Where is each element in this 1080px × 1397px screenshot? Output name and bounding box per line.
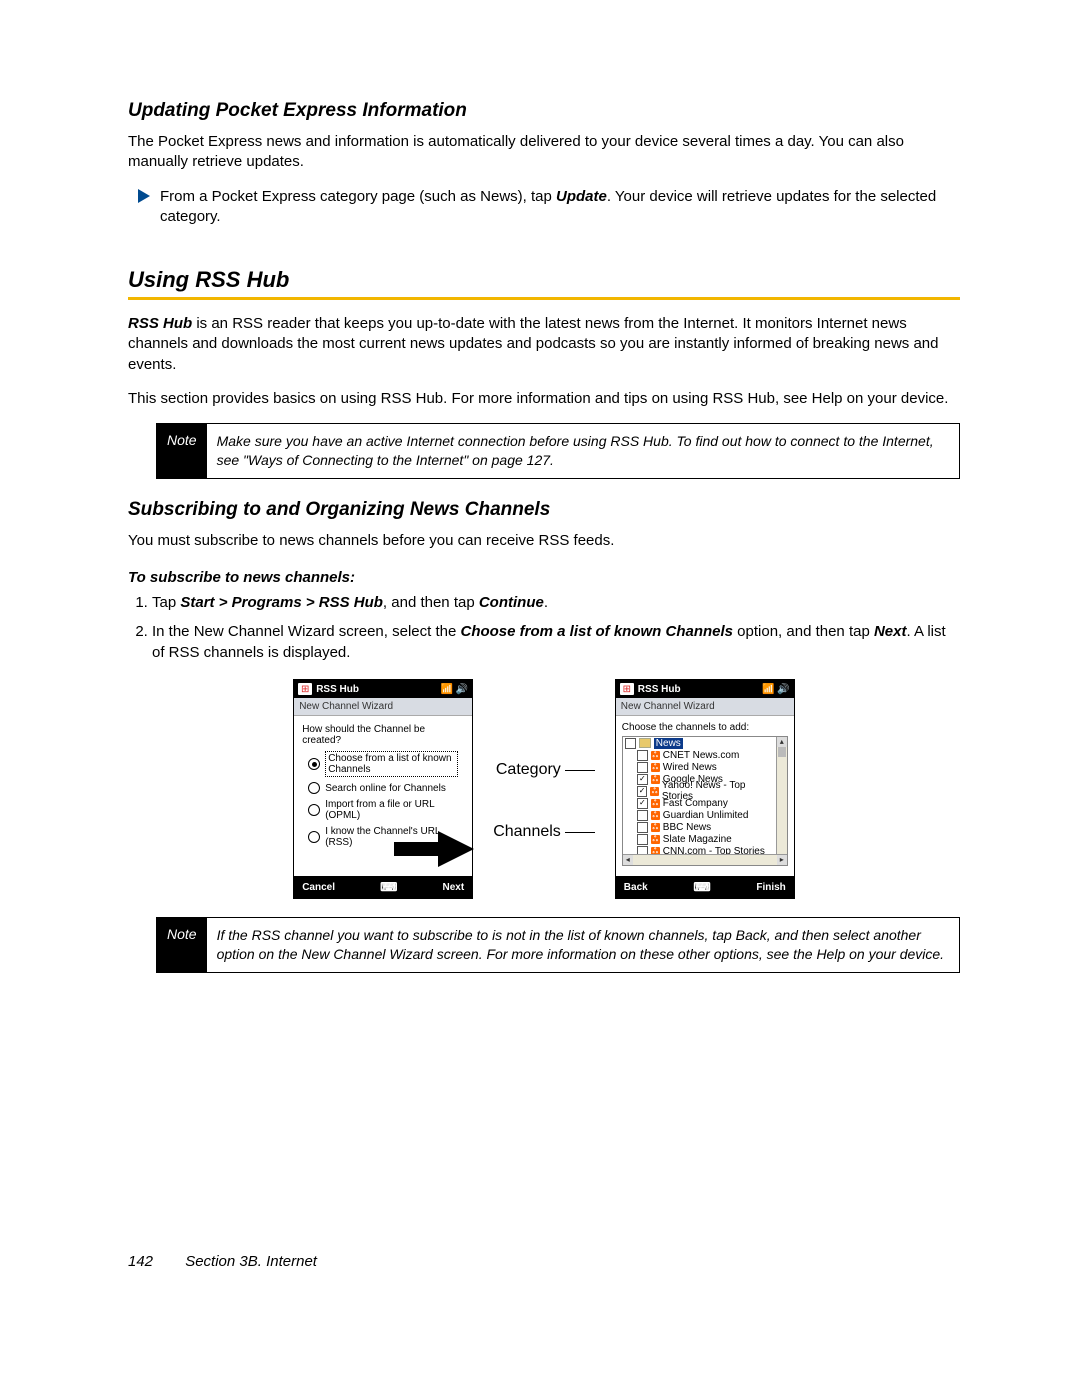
step-2: In the New Channel Wizard screen, select…	[152, 621, 960, 663]
radio-import-opml[interactable]: Import from a file or URL (OPML)	[308, 799, 458, 821]
heading-rsshub: Using RSS Hub	[128, 267, 960, 293]
radio-choose-known[interactable]: Choose from a list of known Channels	[308, 751, 458, 777]
para-rss2: This section provides basics on using RS…	[128, 389, 960, 409]
note-box-1: Note Make sure you have an active Intern…	[156, 423, 960, 479]
app-title-1: RSS Hub	[316, 684, 436, 695]
softkey-finish[interactable]: Finish	[756, 882, 785, 893]
list-item[interactable]: ஃCNET News.com	[623, 749, 777, 761]
screenshot-channel-list: ⊞ RSS Hub 📶 🔊 New Channel Wizard Choose …	[615, 679, 795, 899]
radio-search-online[interactable]: Search online for Channels	[308, 782, 458, 794]
arrow-icon	[138, 189, 150, 203]
checkbox-icon[interactable]: ✓	[637, 774, 648, 785]
page-number: 142	[128, 1253, 153, 1270]
steps-list: Tap Start > Programs > RSS Hub, and then…	[128, 592, 960, 663]
wizard-subtitle-2: New Channel Wizard	[616, 698, 794, 716]
softkey-back[interactable]: Back	[624, 882, 648, 893]
yellow-divider	[128, 297, 960, 300]
category-news[interactable]: News	[623, 737, 777, 749]
start-icon: ⊞	[298, 683, 312, 695]
rss-icon: ஃ	[651, 775, 660, 784]
radio-icon[interactable]	[308, 831, 320, 843]
checkbox-icon[interactable]	[637, 810, 648, 821]
checkbox-icon[interactable]: ✓	[637, 798, 648, 809]
checkbox-icon[interactable]: ✓	[637, 786, 648, 797]
rss-icon: ஃ	[651, 811, 660, 820]
wizard-question-2: Choose the channels to add:	[622, 722, 788, 733]
heading-subscribe: Subscribing to and Organizing News Chann…	[128, 499, 960, 521]
note-box-2: Note If the RSS channel you want to subs…	[156, 917, 960, 973]
rss-icon: ஃ	[651, 799, 660, 808]
transition-arrow-icon	[438, 831, 474, 867]
bullet-text: From a Pocket Express category page (suc…	[160, 187, 960, 228]
screenshot-row: ⊞ RSS Hub 📶 🔊 New Channel Wizard How sho…	[128, 679, 960, 899]
rss-icon: ஃ	[651, 823, 660, 832]
rss-icon: ஃ	[651, 751, 660, 760]
list-item[interactable]: ஃGuardian Unlimited	[623, 809, 777, 821]
vertical-scrollbar[interactable]: ▴▾	[776, 737, 787, 865]
list-item[interactable]: ஃBBC News	[623, 821, 777, 833]
keyboard-icon[interactable]: ⌨	[380, 880, 397, 894]
note-text-2: If the RSS channel you want to subscribe…	[207, 918, 959, 972]
horizontal-scrollbar[interactable]: ◂▸	[623, 854, 787, 865]
step-1: Tap Start > Programs > RSS Hub, and then…	[152, 592, 960, 613]
checkbox-icon[interactable]	[637, 834, 648, 845]
para-rss1: RSS Hub is an RSS reader that keeps you …	[128, 314, 960, 375]
checkbox-icon[interactable]	[637, 822, 648, 833]
note-text-1: Make sure you have an active Internet co…	[207, 424, 959, 478]
rss-icon: ஃ	[650, 787, 659, 796]
list-item[interactable]: ✓ஃYahoo! News - Top Stories	[623, 785, 777, 797]
bullet-update: From a Pocket Express category page (suc…	[138, 187, 960, 228]
heading-updating: Updating Pocket Express Information	[128, 100, 960, 122]
callout-labels: Category Channels	[493, 761, 595, 841]
page-footer: 142 Section 3B. Internet	[128, 1253, 960, 1270]
heading-steps: To subscribe to news channels:	[128, 569, 960, 586]
label-channels: Channels	[493, 823, 561, 841]
note-label: Note	[157, 424, 207, 478]
softkey-next[interactable]: Next	[443, 882, 465, 893]
section-name: Section 3B. Internet	[185, 1253, 317, 1270]
softkey-cancel[interactable]: Cancel	[302, 882, 335, 893]
para-update: The Pocket Express news and information …	[128, 132, 960, 173]
radio-icon[interactable]	[308, 804, 320, 816]
radio-icon[interactable]	[308, 758, 320, 770]
radio-icon[interactable]	[308, 782, 320, 794]
wizard-question-1: How should the Channel be created?	[302, 724, 464, 746]
wizard-subtitle-1: New Channel Wizard	[294, 698, 472, 716]
rss-icon: ஃ	[651, 763, 660, 772]
checkbox-icon[interactable]	[637, 750, 648, 761]
rss-icon: ஃ	[651, 835, 660, 844]
folder-icon	[639, 738, 651, 748]
list-item[interactable]: ஃWired News	[623, 761, 777, 773]
status-icons: 📶 🔊	[441, 684, 469, 695]
para-sub-intro: You must subscribe to news channels befo…	[128, 531, 960, 551]
start-icon: ⊞	[620, 683, 634, 695]
checkbox-icon[interactable]	[625, 738, 636, 749]
checkbox-icon[interactable]	[637, 762, 648, 773]
channel-list[interactable]: News ஃCNET News.com ஃWired News ✓ஃGoogle…	[622, 736, 788, 866]
list-item[interactable]: ஃSlate Magazine	[623, 833, 777, 845]
note-label: Note	[157, 918, 207, 972]
status-icons: 📶 🔊	[762, 684, 790, 695]
app-title-2: RSS Hub	[638, 684, 758, 695]
keyboard-icon[interactable]: ⌨	[693, 880, 710, 894]
label-category: Category	[496, 761, 561, 779]
